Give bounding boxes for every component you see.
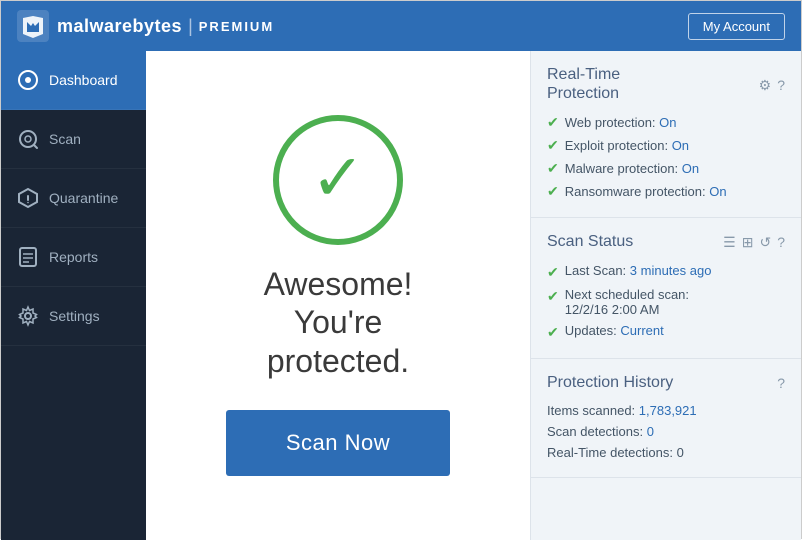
scan-updates: ✔ Updates: Current bbox=[547, 320, 785, 344]
checkmark-icon: ✓ bbox=[311, 145, 365, 210]
header: malwarebytes | PREMIUM My Account bbox=[1, 1, 801, 51]
scan-next-check-icon: ✔ bbox=[547, 288, 559, 305]
protection-history-section: Protection History ? Items scanned: 1,78… bbox=[531, 359, 801, 478]
sidebar-label-quarantine: Quarantine bbox=[49, 190, 118, 206]
scan-grid-icon[interactable]: ⊞ bbox=[742, 234, 754, 251]
rtp-malware: ✔ Malware protection: On bbox=[547, 157, 785, 180]
rtp-malware-label: Malware protection: On bbox=[565, 161, 699, 176]
rtp-malware-check-icon: ✔ bbox=[547, 160, 559, 177]
protected-line2: You're bbox=[264, 303, 413, 341]
history-detections-value: 0 bbox=[647, 424, 654, 439]
logo-divider: | bbox=[188, 16, 193, 37]
rtp-web: ✔ Web protection: On bbox=[547, 111, 785, 134]
sidebar-label-scan: Scan bbox=[49, 131, 81, 147]
sidebar-item-dashboard[interactable]: Dashboard bbox=[1, 51, 146, 110]
rtp-exploit-status: On bbox=[672, 138, 689, 153]
main-panel: ✓ Awesome! You're protected. Scan Now bbox=[146, 51, 531, 540]
scan-status-section: Scan Status ☰ ⊞ ↺ ? ✔ Last Scan: 3 minut… bbox=[531, 218, 801, 358]
scan-next-value: 12/2/16 2:00 AM bbox=[565, 302, 660, 317]
rtp-title: Real-TimeProtection bbox=[547, 65, 620, 103]
sidebar: Dashboard Scan Quarantine bbox=[1, 51, 146, 540]
malwarebytes-logo-icon bbox=[17, 10, 49, 42]
sidebar-item-settings[interactable]: Settings bbox=[1, 287, 146, 346]
dashboard-icon bbox=[17, 69, 39, 91]
scan-last: ✔ Last Scan: 3 minutes ago bbox=[547, 260, 785, 284]
logo-premium-text: PREMIUM bbox=[199, 19, 274, 34]
scan-last-value: 3 minutes ago bbox=[630, 263, 712, 278]
history-help-icon[interactable]: ? bbox=[777, 375, 785, 391]
history-header: Protection History ? bbox=[547, 373, 785, 392]
sidebar-label-reports: Reports bbox=[49, 249, 98, 265]
scan-updates-value: Current bbox=[620, 323, 663, 338]
content-area: ✓ Awesome! You're protected. Scan Now Re… bbox=[146, 51, 801, 540]
rtp-ransomware-status: On bbox=[709, 184, 726, 199]
history-icons: ? bbox=[777, 375, 785, 391]
scan-next: ✔ Next scheduled scan: 12/2/16 2:00 AM bbox=[547, 284, 785, 320]
scan-status-header: Scan Status ☰ ⊞ ↺ ? bbox=[547, 232, 785, 251]
scan-updates-label: Updates: Current bbox=[565, 323, 664, 338]
rtp-ransomware: ✔ Ransomware protection: On bbox=[547, 180, 785, 203]
app-window: malwarebytes | PREMIUM My Account Dashbo… bbox=[1, 1, 801, 540]
protected-text: Awesome! You're protected. bbox=[264, 265, 413, 380]
quarantine-icon bbox=[17, 187, 39, 209]
rtp-icons: ⚙ ? bbox=[759, 77, 785, 94]
history-scan-detections: Scan detections: 0 bbox=[547, 421, 785, 442]
scan-next-label: Next scheduled scan: 12/2/16 2:00 AM bbox=[565, 287, 689, 317]
history-items-scanned: Items scanned: 1,783,921 bbox=[547, 400, 785, 421]
scan-list-icon[interactable]: ☰ bbox=[723, 234, 736, 251]
rtp-ransomware-label: Ransomware protection: On bbox=[565, 184, 727, 199]
logo-bold-part: malwarebytes bbox=[57, 16, 182, 36]
rtp-exploit-label: Exploit protection: On bbox=[565, 138, 689, 153]
sidebar-item-reports[interactable]: Reports bbox=[1, 228, 146, 287]
main-layout: Dashboard Scan Quarantine bbox=[1, 51, 801, 540]
logo-text-group: malwarebytes | PREMIUM bbox=[57, 16, 274, 37]
sidebar-label-settings: Settings bbox=[49, 308, 100, 324]
my-account-button[interactable]: My Account bbox=[688, 13, 785, 40]
rtp-web-check-icon: ✔ bbox=[547, 114, 559, 131]
protected-circle: ✓ bbox=[273, 115, 403, 245]
real-time-protection-section: Real-TimeProtection ⚙ ? ✔ Web protection… bbox=[531, 51, 801, 218]
history-items-value: 1,783,921 bbox=[639, 403, 697, 418]
scan-status-icons: ☰ ⊞ ↺ ? bbox=[723, 234, 785, 251]
scan-now-button[interactable]: Scan Now bbox=[226, 410, 450, 476]
scan-status-title: Scan Status bbox=[547, 232, 633, 251]
history-realtime-detections: Real-Time detections: 0 bbox=[547, 442, 785, 463]
scan-updates-check-icon: ✔ bbox=[547, 324, 559, 341]
rtp-help-icon[interactable]: ? bbox=[777, 77, 785, 94]
history-realtime-value: 0 bbox=[677, 445, 684, 460]
reports-icon bbox=[17, 246, 39, 268]
scan-refresh-icon[interactable]: ↺ bbox=[759, 234, 771, 251]
rtp-web-status: On bbox=[659, 115, 676, 130]
settings-icon bbox=[17, 305, 39, 327]
sidebar-item-quarantine[interactable]: Quarantine bbox=[1, 169, 146, 228]
history-title: Protection History bbox=[547, 373, 673, 392]
sidebar-label-dashboard: Dashboard bbox=[49, 72, 118, 88]
rtp-web-label: Web protection: On bbox=[565, 115, 677, 130]
rtp-header: Real-TimeProtection ⚙ ? bbox=[547, 65, 785, 103]
rtp-gear-icon[interactable]: ⚙ bbox=[759, 77, 772, 94]
logo-brand-text: malwarebytes bbox=[57, 16, 182, 37]
sidebar-item-scan[interactable]: Scan bbox=[1, 110, 146, 169]
scan-last-label: Last Scan: 3 minutes ago bbox=[565, 263, 712, 278]
right-panel: Real-TimeProtection ⚙ ? ✔ Web protection… bbox=[531, 51, 801, 540]
protected-line3: protected. bbox=[264, 342, 413, 380]
logo: malwarebytes | PREMIUM bbox=[17, 10, 274, 42]
rtp-malware-status: On bbox=[682, 161, 699, 176]
scan-last-check-icon: ✔ bbox=[547, 264, 559, 281]
rtp-exploit-check-icon: ✔ bbox=[547, 137, 559, 154]
rtp-ransomware-check-icon: ✔ bbox=[547, 183, 559, 200]
rtp-exploit: ✔ Exploit protection: On bbox=[547, 134, 785, 157]
scan-icon bbox=[17, 128, 39, 150]
scan-help-icon[interactable]: ? bbox=[777, 234, 785, 251]
protected-line1: Awesome! bbox=[264, 265, 413, 303]
